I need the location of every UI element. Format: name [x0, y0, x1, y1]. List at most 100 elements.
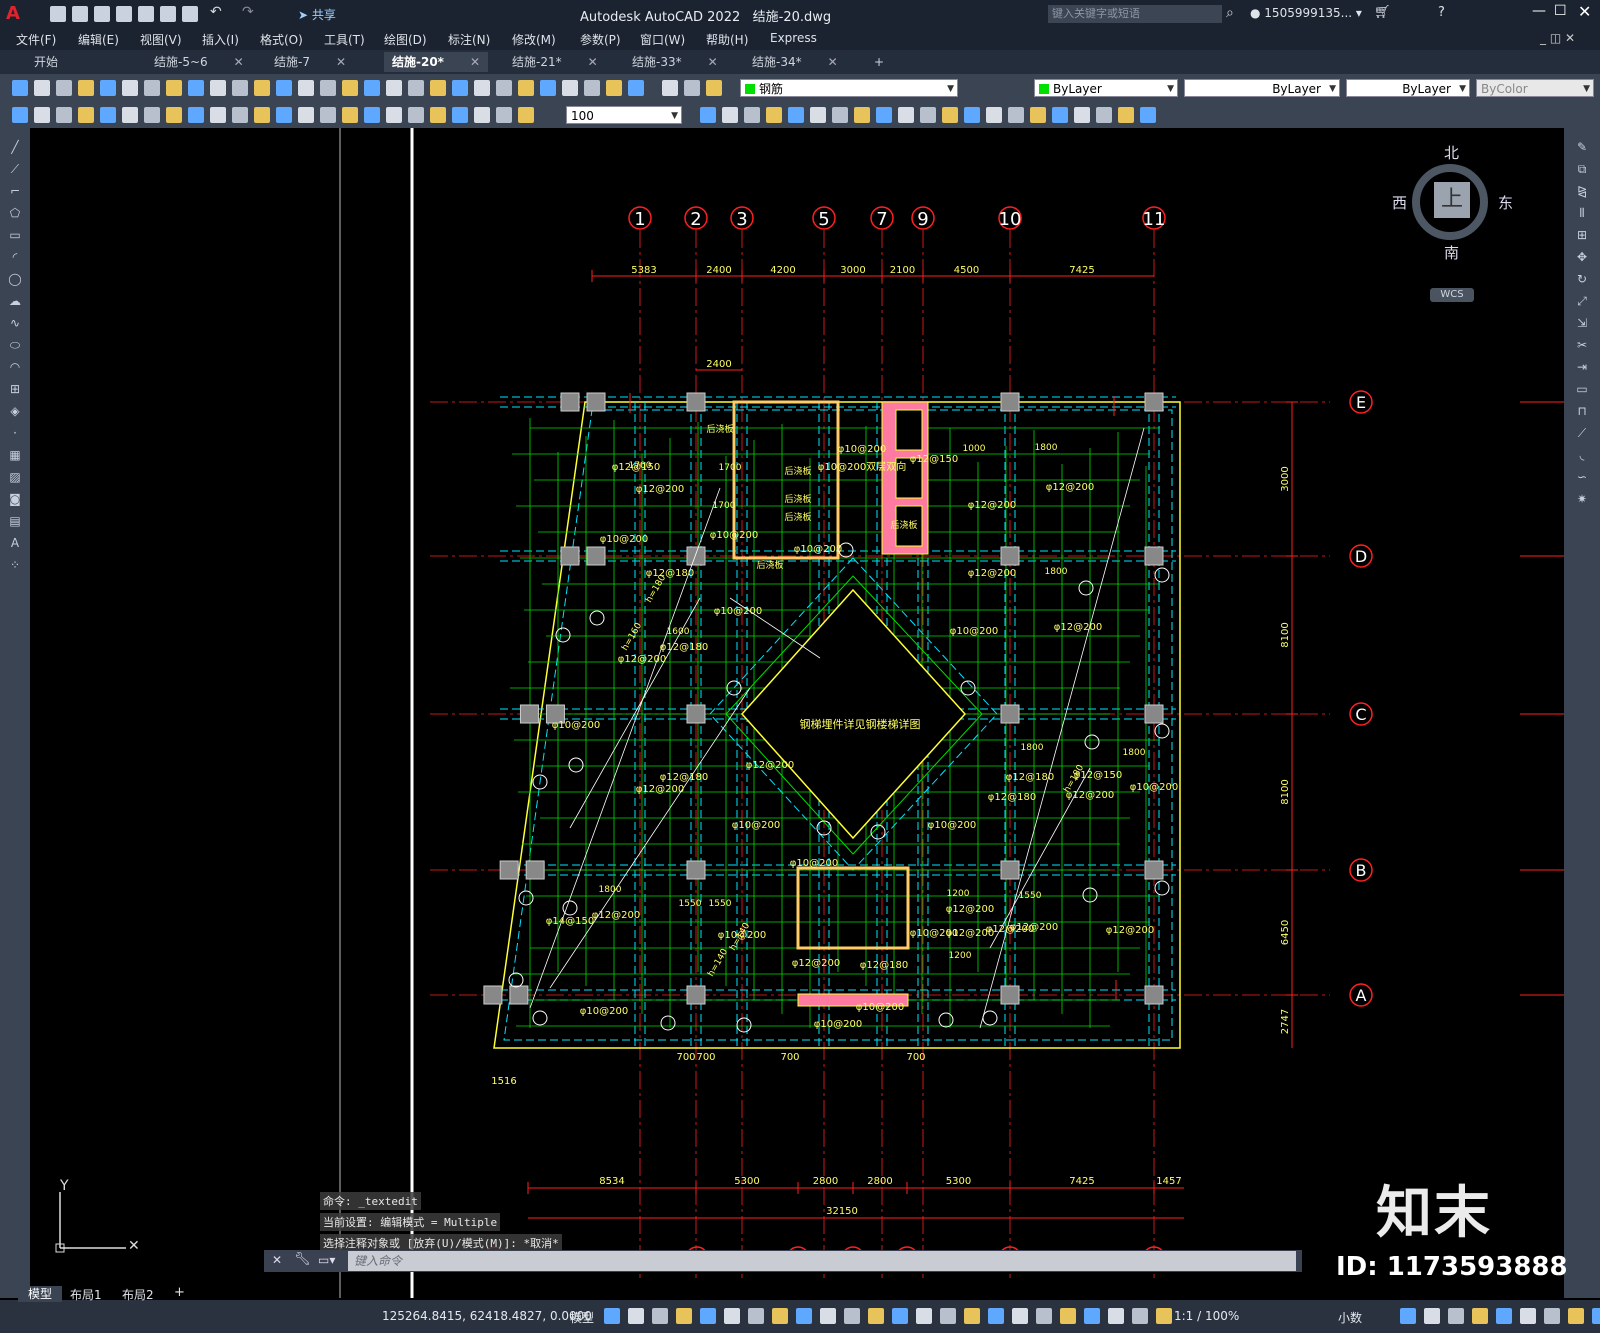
dimension-tool-icon[interactable]	[364, 107, 380, 123]
standard-tool-icon[interactable]	[144, 80, 160, 96]
make-block-icon[interactable]: ◈	[7, 404, 23, 418]
dimension-tool-icon[interactable]	[518, 107, 534, 123]
standard-tool-icon[interactable]	[78, 80, 94, 96]
dimension-tool-icon[interactable]	[1074, 107, 1090, 123]
share-button[interactable]: ➤ 共享	[298, 6, 336, 23]
dimension-tool-icon[interactable]	[920, 107, 936, 123]
dimension-tool-icon[interactable]	[122, 107, 138, 123]
status-tool-icon[interactable]	[1472, 1308, 1488, 1324]
status-tool-icon[interactable]	[676, 1308, 692, 1324]
status-tool-icon[interactable]	[724, 1308, 740, 1324]
close-tab-icon[interactable]: ✕	[336, 55, 346, 69]
close-tab-icon[interactable]: ✕	[828, 55, 838, 69]
autocad-logo-icon[interactable]: A	[6, 4, 24, 24]
dimension-tool-icon[interactable]	[942, 107, 958, 123]
layout-tab-model[interactable]: 模型	[18, 1286, 62, 1302]
menu-express[interactable]: Express	[770, 31, 817, 45]
revision-cloud-icon[interactable]: ☁︎	[7, 294, 23, 308]
status-tool-icon[interactable]	[1084, 1308, 1100, 1324]
redo-icon[interactable]: ↷	[242, 4, 254, 20]
status-tool-icon[interactable]	[1108, 1308, 1124, 1324]
standard-tool-icon[interactable]	[628, 80, 644, 96]
standard-tool-icon[interactable]	[276, 80, 292, 96]
standard-tool-icon[interactable]	[210, 80, 226, 96]
arc-icon[interactable]: ◜	[7, 250, 23, 264]
dimension-tool-icon[interactable]	[320, 107, 336, 123]
dimension-tool-icon[interactable]	[1096, 107, 1112, 123]
dimension-tool-icon[interactable]	[386, 107, 402, 123]
layout-tab[interactable]: 布局1	[70, 1286, 102, 1303]
dimension-tool-icon[interactable]	[188, 107, 204, 123]
polygon-icon[interactable]: ⬠	[7, 206, 23, 220]
standard-tool-icon[interactable]	[166, 80, 182, 96]
dimension-tool-icon[interactable]	[832, 107, 848, 123]
tab-file[interactable]: 结施-7 ✕	[266, 52, 354, 72]
standard-tool-icon[interactable]	[496, 80, 512, 96]
dimension-tool-icon[interactable]	[744, 107, 760, 123]
dimension-tool-icon[interactable]	[876, 107, 892, 123]
dimension-tool-icon[interactable]	[276, 107, 292, 123]
spline-icon[interactable]: ∿	[7, 316, 23, 330]
open-file-icon[interactable]	[72, 6, 88, 22]
dimension-tool-icon[interactable]	[408, 107, 424, 123]
close-tab-icon[interactable]: ✕	[588, 55, 598, 69]
customize-icon[interactable]: 🔧︎	[294, 1252, 311, 1267]
dimension-tool-icon[interactable]	[964, 107, 980, 123]
polyline-icon[interactable]: ⌐	[7, 184, 23, 198]
status-tool-icon[interactable]	[772, 1308, 788, 1324]
dimension-tool-icon[interactable]	[722, 107, 738, 123]
standard-tool-icon[interactable]	[408, 80, 424, 96]
menu-insert[interactable]: 插入(I)	[202, 31, 239, 48]
color-dropdown[interactable]: ByLayer ▼	[1034, 79, 1178, 97]
status-tool-icon[interactable]	[1592, 1308, 1600, 1324]
dimension-tool-icon[interactable]	[34, 107, 50, 123]
user-account[interactable]: ● 1505999135... ▾	[1250, 6, 1362, 20]
new-tab-button[interactable]: +	[866, 52, 892, 72]
menu-file[interactable]: 文件(F)	[16, 31, 56, 48]
command-input[interactable]: 键入命令	[348, 1251, 1296, 1271]
dimension-tool-icon[interactable]	[166, 107, 182, 123]
dimension-tool-icon[interactable]	[810, 107, 826, 123]
status-tool-icon[interactable]	[892, 1308, 908, 1324]
gradient-icon[interactable]: ▨	[7, 470, 23, 484]
new-file-icon[interactable]	[50, 6, 66, 22]
menu-dimension[interactable]: 标注(N)	[448, 31, 490, 48]
status-tool-icon[interactable]	[988, 1308, 1004, 1324]
dimension-tool-icon[interactable]	[854, 107, 870, 123]
standard-tool-icon[interactable]	[662, 80, 678, 96]
status-tool-icon[interactable]	[700, 1308, 716, 1324]
hatch-icon[interactable]: ▦	[7, 448, 23, 462]
status-tool-icon[interactable]	[1520, 1308, 1536, 1324]
tab-file[interactable]: 结施-34* ✕	[744, 52, 846, 72]
status-tool-icon[interactable]	[1036, 1308, 1052, 1324]
layer-dropdown[interactable]: 钢筋 ▼	[740, 79, 958, 97]
standard-tool-icon[interactable]	[430, 80, 446, 96]
standard-tool-icon[interactable]	[584, 80, 600, 96]
tab-file-active[interactable]: 结施-20* ✕	[384, 52, 489, 72]
minimize-button[interactable]: —	[1532, 3, 1546, 19]
mtext-icon[interactable]: A	[7, 536, 23, 550]
cart-icon[interactable]: 🛒︎	[1374, 5, 1391, 20]
status-tool-icon[interactable]	[844, 1308, 860, 1324]
close-icon[interactable]: ✕	[272, 1253, 282, 1267]
help-icon[interactable]: ?	[1438, 5, 1445, 20]
join-icon[interactable]: ⊓	[1574, 404, 1590, 418]
dim-scale-dropdown[interactable]: 100 ▼	[566, 106, 682, 124]
standard-tool-icon[interactable]	[188, 80, 204, 96]
status-tool-icon[interactable]	[820, 1308, 836, 1324]
status-tool-icon[interactable]	[1132, 1308, 1148, 1324]
standard-tool-icon[interactable]	[606, 80, 622, 96]
dimension-tool-icon[interactable]	[1008, 107, 1024, 123]
status-tool-icon[interactable]	[628, 1308, 644, 1324]
menu-modify[interactable]: 修改(M)	[512, 31, 556, 48]
dimension-tool-icon[interactable]	[1030, 107, 1046, 123]
dimension-tool-icon[interactable]	[700, 107, 716, 123]
standard-tool-icon[interactable]	[34, 80, 50, 96]
close-button[interactable]: ✕	[1578, 2, 1591, 21]
viewcube[interactable]: 上 北 南 西 东	[1392, 144, 1513, 262]
plot-icon[interactable]	[138, 6, 154, 22]
tab-start[interactable]: 开始	[26, 52, 66, 72]
standard-tool-icon[interactable]	[452, 80, 468, 96]
close-tab-icon[interactable]: ✕	[234, 55, 244, 69]
rotate-icon[interactable]: ↻	[1574, 272, 1590, 286]
